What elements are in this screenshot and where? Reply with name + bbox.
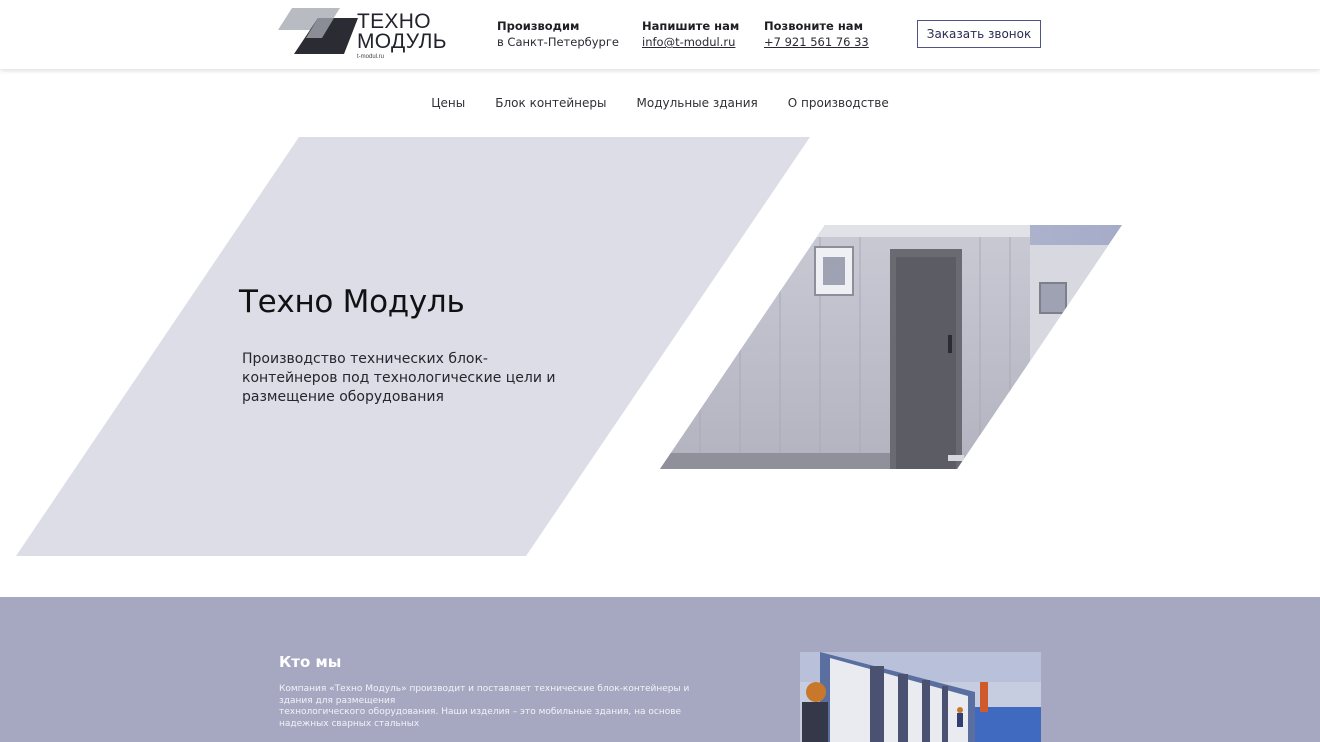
hero-title: Техно Модуль bbox=[239, 284, 465, 320]
phone-info: Позвоните нам +7 921 561 76 33 bbox=[764, 18, 869, 50]
logo-line2: МОДУЛЬ bbox=[357, 30, 447, 53]
about-text-line: Компания «Техно Модуль» производит и пос… bbox=[279, 684, 690, 694]
email-title: Напишите нам bbox=[642, 19, 740, 33]
production-title: Производим bbox=[497, 19, 580, 33]
nav-item-block-containers[interactable]: Блок контейнеры bbox=[495, 96, 606, 110]
hero-container-photo bbox=[660, 225, 1122, 469]
about-title: Кто мы bbox=[279, 653, 342, 671]
production-city: в Санкт-Петербурге bbox=[497, 35, 619, 49]
about-worksite-photo bbox=[800, 652, 1041, 742]
about-text-line: технологического оборудования. Наши изде… bbox=[279, 707, 682, 717]
nav-item-modular-buildings[interactable]: Модульные здания bbox=[637, 96, 758, 110]
main-nav: Цены Блок контейнеры Модульные здания О … bbox=[0, 96, 1320, 110]
about-section: Кто мы Компания «Техно Модуль» производи… bbox=[0, 597, 1320, 742]
production-info: Производим в Санкт-Петербурге bbox=[497, 18, 619, 50]
logo-subtitle: t-modul.ru bbox=[357, 54, 385, 60]
about-text-line: надежных сварных стальных bbox=[279, 718, 420, 729]
logo[interactable]: ТЕХНО МОДУЛЬ t-modul.ru bbox=[278, 8, 448, 64]
hero-description: Производство технических блок-контейнеро… bbox=[242, 351, 556, 405]
about-text: Компания «Техно Модуль» производит и пос… bbox=[279, 684, 759, 730]
nav-item-production[interactable]: О производстве bbox=[788, 96, 889, 110]
logo-text: ТЕХНО МОДУЛЬ bbox=[357, 10, 447, 53]
email-info: Напишите нам info@t-modul.ru bbox=[642, 18, 739, 50]
logo-mark-icon bbox=[278, 8, 358, 54]
about-text-line: здания для размещения bbox=[279, 695, 396, 706]
logo-line1: ТЕХНО bbox=[357, 10, 431, 33]
nav-item-prices[interactable]: Цены bbox=[431, 96, 465, 110]
email-link[interactable]: info@t-modul.ru bbox=[642, 34, 739, 50]
callback-button[interactable]: Заказать звонок bbox=[917, 20, 1041, 48]
site-header: ТЕХНО МОДУЛЬ t-modul.ru Производим в Сан… bbox=[0, 0, 1320, 69]
phone-title: Позвоните нам bbox=[764, 19, 863, 33]
phone-link[interactable]: +7 921 561 76 33 bbox=[764, 34, 869, 50]
